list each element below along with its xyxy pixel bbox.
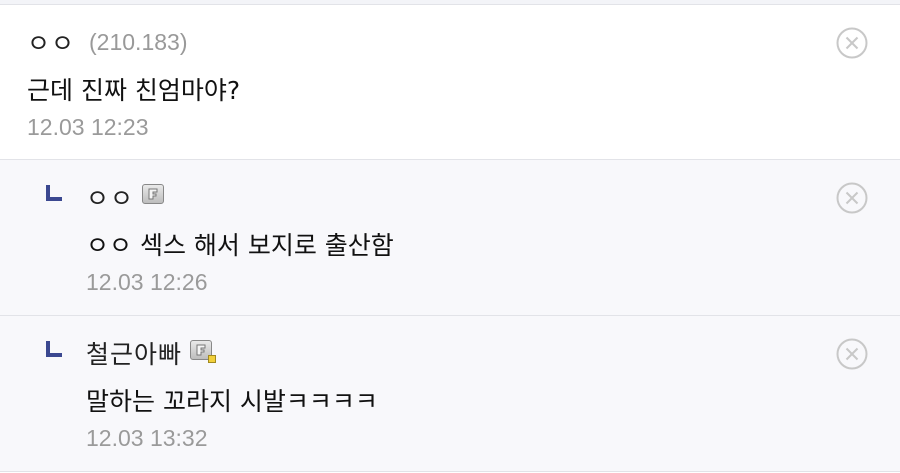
ip-address: (210.183): [89, 28, 188, 55]
comment-item: ㅇㅇ (210.183) 근데 진짜 친엄마야? 12.03 12:23: [0, 5, 900, 160]
comment-text: 말하는 꼬라지 시발ㅋㅋㅋㅋ: [86, 387, 378, 416]
comment-author: 철근아빠: [86, 335, 217, 371]
comment-date: 12.03 12:23: [27, 114, 149, 140]
comment-text: ㅇㅇ 섹스 해서 보지로 출산함: [86, 231, 394, 260]
comment-date: 12.03 13:32: [86, 425, 208, 451]
gallog-icon-fixed[interactable]: [190, 340, 217, 363]
delete-icon[interactable]: [836, 182, 868, 214]
nickname[interactable]: 철근아빠: [86, 335, 182, 371]
delete-icon[interactable]: [836, 338, 868, 370]
reply-item: ㅇㅇ ㅇㅇ 섹스 해서 보지로 출산함 12.03 12:26: [0, 160, 900, 316]
comment-author: ㅇㅇ (210.183): [27, 25, 187, 59]
reply-arrow-icon: [46, 185, 62, 201]
nickname[interactable]: ㅇㅇ: [86, 179, 134, 215]
reply-arrow-icon: [46, 341, 62, 357]
nickname[interactable]: ㅇㅇ: [27, 24, 75, 60]
delete-icon[interactable]: [836, 27, 868, 59]
comment-author: ㅇㅇ: [86, 179, 165, 215]
comment-date: 12.03 12:26: [86, 269, 208, 295]
gallog-icon[interactable]: [142, 184, 165, 204]
comment-text: 근데 진짜 친엄마야?: [27, 76, 241, 105]
fixed-member-badge-icon: [208, 355, 217, 363]
reply-item: 철근아빠 말하는 꼬라지 시발ㅋㅋㅋㅋ 12.03 13:32: [0, 316, 900, 472]
